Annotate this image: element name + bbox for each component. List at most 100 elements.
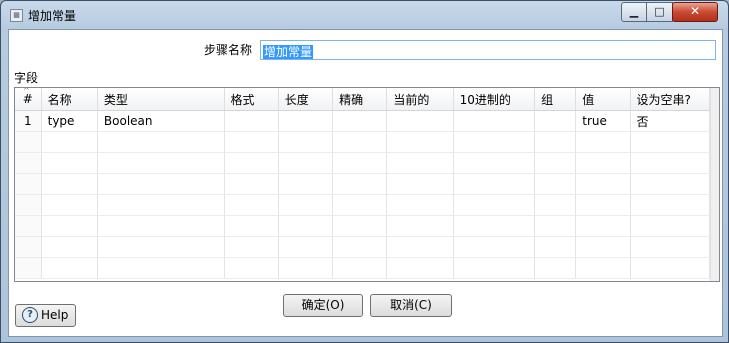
empty-cell[interactable] <box>224 131 279 153</box>
cancel-button[interactable]: 取消(C) <box>370 294 452 317</box>
table-cell[interactable] <box>386 110 454 132</box>
table-cell[interactable] <box>278 110 334 132</box>
empty-cell[interactable] <box>534 236 577 258</box>
empty-cell[interactable] <box>386 173 454 195</box>
column-header[interactable]: 长度 <box>278 88 334 111</box>
empty-cell[interactable] <box>386 152 454 174</box>
fields-table[interactable]: ^ # 名称 类型 格式 长度 精确 当前的 10进制的组值设为空串? 1 type Boolean… <box>14 87 720 282</box>
empty-cell[interactable] <box>534 152 577 174</box>
empty-cell[interactable] <box>224 194 279 216</box>
empty-cell[interactable] <box>97 152 225 174</box>
empty-cell[interactable] <box>453 152 536 174</box>
empty-cell[interactable] <box>386 236 454 258</box>
column-header[interactable]: 设为空串? <box>630 88 711 111</box>
empty-cell[interactable] <box>453 194 536 216</box>
empty-cell[interactable] <box>332 173 388 195</box>
empty-table-row[interactable] <box>15 236 711 258</box>
empty-table-row[interactable] <box>15 215 711 237</box>
empty-cell[interactable] <box>332 257 388 279</box>
column-header-index[interactable]: ^ # <box>15 88 42 111</box>
empty-cell[interactable] <box>15 131 42 153</box>
column-header[interactable]: 精确 <box>332 88 388 111</box>
empty-cell[interactable] <box>41 215 98 237</box>
empty-cell[interactable] <box>15 236 42 258</box>
empty-cell[interactable] <box>278 131 334 153</box>
empty-cell[interactable] <box>15 194 42 216</box>
empty-cell[interactable] <box>41 131 98 153</box>
empty-cell[interactable] <box>278 215 334 237</box>
empty-cell[interactable] <box>15 215 42 237</box>
empty-cell[interactable] <box>224 236 279 258</box>
column-header[interactable]: 格式 <box>224 88 279 111</box>
empty-cell[interactable] <box>41 257 98 279</box>
empty-cell[interactable] <box>332 194 388 216</box>
vertical-scrollbar[interactable] <box>710 88 719 281</box>
empty-cell[interactable] <box>15 173 42 195</box>
empty-cell[interactable] <box>575 215 631 237</box>
empty-cell[interactable] <box>575 236 631 258</box>
empty-cell[interactable] <box>332 215 388 237</box>
empty-cell[interactable] <box>534 215 577 237</box>
column-header[interactable]: 类型 <box>97 88 225 111</box>
empty-table-row[interactable] <box>15 131 711 153</box>
empty-cell[interactable] <box>453 236 536 258</box>
table-cell[interactable]: 否 <box>630 110 711 132</box>
empty-cell[interactable] <box>97 194 225 216</box>
empty-cell[interactable] <box>97 236 225 258</box>
empty-cell[interactable] <box>534 194 577 216</box>
empty-table-row[interactable] <box>15 257 711 279</box>
column-header[interactable]: 10进制的 <box>453 88 536 111</box>
column-header[interactable]: 值 <box>575 88 631 111</box>
empty-cell[interactable] <box>278 236 334 258</box>
empty-cell[interactable] <box>630 257 711 279</box>
title-bar[interactable]: ▦ 增加常量 ▁ □ ✕ <box>1 1 728 29</box>
empty-cell[interactable] <box>575 257 631 279</box>
empty-cell[interactable] <box>386 257 454 279</box>
empty-cell[interactable] <box>278 152 334 174</box>
empty-cell[interactable] <box>332 131 388 153</box>
empty-cell[interactable] <box>534 131 577 153</box>
table-cell[interactable] <box>534 110 577 132</box>
empty-cell[interactable] <box>453 131 536 153</box>
empty-cell[interactable] <box>630 152 711 174</box>
empty-cell[interactable] <box>224 215 279 237</box>
empty-cell[interactable] <box>386 215 454 237</box>
empty-cell[interactable] <box>630 131 711 153</box>
empty-cell[interactable] <box>453 173 536 195</box>
empty-cell[interactable] <box>575 152 631 174</box>
row-number-cell[interactable]: 1 <box>15 110 42 132</box>
table-cell[interactable] <box>332 110 388 132</box>
empty-cell[interactable] <box>224 152 279 174</box>
empty-cell[interactable] <box>630 173 711 195</box>
empty-cell[interactable] <box>534 173 577 195</box>
table-row[interactable]: 1 type Boolean true 否 <box>15 110 711 132</box>
table-cell[interactable] <box>224 110 279 132</box>
column-header[interactable]: 组 <box>534 88 577 111</box>
empty-cell[interactable] <box>41 173 98 195</box>
empty-cell[interactable] <box>630 194 711 216</box>
table-cell[interactable] <box>453 110 536 132</box>
empty-cell[interactable] <box>332 236 388 258</box>
empty-cell[interactable] <box>224 173 279 195</box>
empty-cell[interactable] <box>97 131 225 153</box>
column-header[interactable]: 名称 <box>41 88 98 111</box>
empty-cell[interactable] <box>41 236 98 258</box>
empty-cell[interactable] <box>15 257 42 279</box>
empty-cell[interactable] <box>41 152 98 174</box>
empty-cell[interactable] <box>278 257 334 279</box>
empty-cell[interactable] <box>575 173 631 195</box>
empty-table-row[interactable] <box>15 173 711 195</box>
empty-cell[interactable] <box>332 152 388 174</box>
empty-cell[interactable] <box>97 215 225 237</box>
empty-cell[interactable] <box>386 194 454 216</box>
table-cell[interactable]: Boolean <box>97 110 225 132</box>
empty-cell[interactable] <box>453 215 536 237</box>
ok-button[interactable]: 确定(O) <box>283 294 363 317</box>
empty-cell[interactable] <box>630 236 711 258</box>
empty-cell[interactable] <box>97 257 225 279</box>
close-button[interactable]: ✕ <box>672 2 718 22</box>
empty-cell[interactable] <box>453 257 536 279</box>
minimize-button[interactable]: ▁ <box>621 2 647 22</box>
empty-cell[interactable] <box>386 131 454 153</box>
empty-cell[interactable] <box>224 257 279 279</box>
